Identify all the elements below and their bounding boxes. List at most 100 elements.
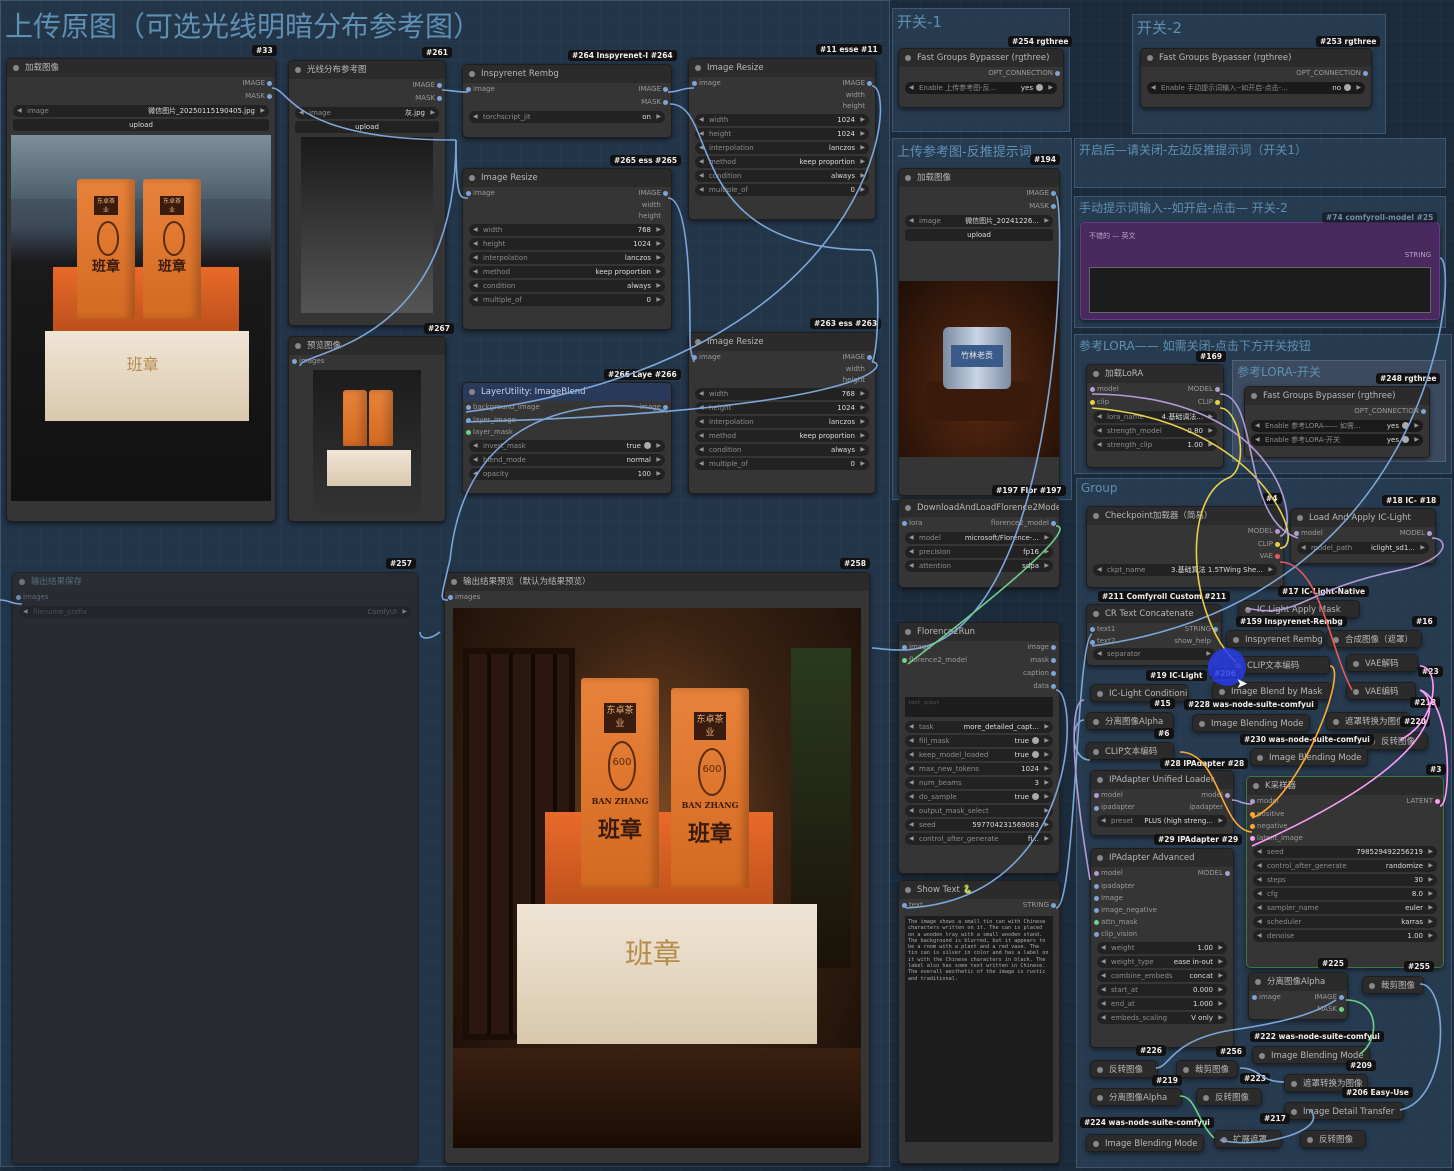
height-widget[interactable]: height1024	[695, 128, 869, 140]
blend-mode-widget[interactable]: blend_modenormal	[469, 454, 665, 466]
checkpoint-loader-node[interactable]: Checkpoint加载器（简易） MODEL CLIP VAE ckpt_na…	[1086, 506, 1284, 588]
split-alpha-2-node[interactable]: 分离图像Alpha image IMAGE MASK	[1248, 972, 1348, 1020]
node-title[interactable]: Show Text 🐍	[899, 881, 1059, 899]
image-blending-mode-2-node[interactable]: Image Blending Mode	[1250, 748, 1368, 766]
text-input-field[interactable]: text_input	[905, 697, 1053, 717]
ipadapter-unified-loader-node[interactable]: IPAdapter Unified Loader model model ipad…	[1090, 770, 1234, 836]
filename-prefix-widget[interactable]: filename_prefixComfyUI	[19, 606, 411, 618]
inspyrenet-rembg-2-node[interactable]: Inspyrenet Rembg	[1226, 630, 1324, 648]
interpolation-widget[interactable]: interpolationlanczos	[695, 142, 869, 154]
enable-toggle[interactable]: Enable 上传参考图-反...yes	[905, 82, 1057, 94]
invert-mask-toggle[interactable]: invert_masktrue	[469, 440, 665, 452]
node-title[interactable]: Inspyrenet Rembg	[463, 65, 671, 83]
florence2-loader-node[interactable]: DownloadAndLoadFlorence2Model lora floren…	[898, 498, 1060, 588]
ksampler-node[interactable]: K采样器 model LATENT positive negative laten…	[1246, 776, 1444, 968]
load-ref-image-node[interactable]: 加载图像 IMAGE MASK image微信图片_20241226... up…	[898, 168, 1060, 496]
node-title[interactable]: 光线分布参考图	[289, 61, 445, 79]
node-title[interactable]: Load And Apply IC-Light	[1291, 509, 1435, 527]
result-preview-node[interactable]: 输出结果预览（默认为结果预览） images 东卓茶业 600 BAN ZHAN…	[444, 572, 870, 1164]
node-title[interactable]: DownloadAndLoadFlorence2Model	[899, 499, 1059, 517]
expand-mask-node[interactable]: 扩展遮罩	[1214, 1130, 1282, 1148]
composite-mask-node[interactable]: 合成图像（遮罩）	[1326, 630, 1422, 648]
image-blending-mode-4-node[interactable]: Image Blending Mode	[1086, 1134, 1204, 1152]
vae-encode-node[interactable]: VAE编码	[1346, 682, 1416, 700]
height-widget[interactable]: height1024	[469, 238, 665, 250]
image-combo[interactable]: image微信图片_20241226...	[905, 215, 1053, 227]
crop-image-node[interactable]: 裁剪图像	[1362, 976, 1424, 994]
width-widget[interactable]: width768	[469, 224, 665, 236]
lora-loader-node[interactable]: 加载LoRA modelMODEL clipCLIP lora_name4.基础…	[1086, 364, 1224, 468]
node-title[interactable]: Fast Groups Bypasser (rgthree)	[1141, 49, 1371, 67]
enable-toggle[interactable]: Enable 手动提示词输入--如开启-点击-...no	[1147, 82, 1365, 94]
multiple-of-widget[interactable]: multiple_of0	[695, 458, 869, 470]
node-title[interactable]: 输出结果保存	[13, 573, 417, 591]
image-combo[interactable]: image灰.jpg	[295, 107, 439, 119]
light-ref-node[interactable]: 光线分布参考图 IMAGE MASK image灰.jpg upload	[288, 60, 446, 326]
upload-button[interactable]: upload	[295, 121, 439, 133]
multiple-of-widget[interactable]: multiple_of0	[695, 184, 869, 196]
node-title[interactable]: 预览图像	[289, 337, 445, 355]
crop-image-2-node[interactable]: 裁剪图像	[1176, 1060, 1238, 1078]
height-widget[interactable]: height1024	[695, 402, 869, 414]
multiple-of-widget[interactable]: multiple_of0	[469, 294, 665, 306]
prompt-textarea[interactable]	[1089, 267, 1431, 313]
method-widget[interactable]: methodkeep proportion	[695, 430, 869, 442]
node-title[interactable]: IPAdapter Advanced	[1091, 849, 1233, 867]
fast-groups-bypasser-253[interactable]: Fast Groups Bypasser (rgthree) OPT_CONNE…	[1140, 48, 1372, 108]
iclight-load-node[interactable]: Load And Apply IC-Light modelMODEL model…	[1290, 508, 1436, 564]
caption-text[interactable]: The image shows a small tin can with Chi…	[905, 916, 1053, 1142]
cr-text-concatenate-node[interactable]: CR Text Concatenate text1 STRING text2 sho…	[1086, 604, 1222, 666]
manual-prompt-node[interactable]: 不错的 — 英文 STRING	[1080, 222, 1440, 320]
interpolation-widget[interactable]: interpolationlanczos	[695, 416, 869, 428]
node-title[interactable]: IPAdapter Unified Loader	[1091, 771, 1233, 789]
fast-groups-bypasser-248[interactable]: Fast Groups Bypasser (rgthree) OPT_CONNE…	[1244, 386, 1430, 458]
node-title[interactable]: Image Resize	[689, 59, 875, 77]
image-combo[interactable]: image微信图片_20250115190405.jpg	[13, 105, 269, 117]
group-auto-prompt[interactable]: 开启后—请关闭-左边反推提示词（开关1）	[1074, 138, 1446, 188]
upload-button[interactable]: upload	[13, 119, 269, 131]
node-title[interactable]: Checkpoint加载器（简易）	[1087, 507, 1283, 525]
image-resize-263-node[interactable]: Image Resize imageIMAGE width height wid…	[688, 332, 876, 494]
width-widget[interactable]: width768	[695, 388, 869, 400]
upload-button[interactable]: upload	[905, 229, 1053, 241]
invert-image-3-node[interactable]: 反转图像	[1196, 1088, 1262, 1106]
torchscript-widget[interactable]: torchscript_jiton	[469, 111, 665, 123]
image-resize-265-node[interactable]: Image Resize imageIMAGE width height wid…	[462, 168, 672, 330]
condition-widget[interactable]: conditionalways	[469, 280, 665, 292]
node-title[interactable]: Image Resize	[463, 169, 671, 187]
vae-decode-node[interactable]: VAE解码	[1346, 654, 1418, 672]
opacity-widget[interactable]: opacity100	[469, 468, 665, 480]
node-title[interactable]: 输出结果预览（默认为结果预览）	[445, 573, 869, 591]
node-title[interactable]: 加载LoRA	[1087, 365, 1223, 383]
image-detail-transfer-node[interactable]: Image Detail Transfer	[1284, 1102, 1404, 1120]
condition-widget[interactable]: conditionalways	[695, 170, 869, 182]
layer-image-blend-node[interactable]: LayerUtility: ImageBlend background_imag…	[462, 382, 672, 494]
node-title[interactable]: K采样器	[1247, 777, 1443, 795]
node-title[interactable]: LayerUtility: ImageBlend	[463, 383, 671, 401]
node-title[interactable]: 加载图像	[899, 169, 1059, 187]
method-widget[interactable]: methodkeep proportion	[695, 156, 869, 168]
invert-image-2-node[interactable]: 反转图像	[1090, 1060, 1158, 1078]
invert-image-4-node[interactable]: 反转图像	[1300, 1130, 1366, 1148]
inspyrenet-rembg-node[interactable]: Inspyrenet Rembg imageIMAGE MASK torchsc…	[462, 64, 672, 138]
mask-to-image-node[interactable]: 遮罩转换为图像	[1326, 712, 1410, 730]
image-blending-mode-node[interactable]: Image Blending Mode	[1192, 714, 1310, 732]
method-widget[interactable]: methodkeep proportion	[469, 266, 665, 278]
save-image-node[interactable]: 输出结果保存 images filename_prefixComfyUI	[12, 572, 418, 1164]
split-alpha-3-node[interactable]: 分离图像Alpha	[1090, 1088, 1182, 1106]
node-title[interactable]: 加载图像	[7, 59, 275, 77]
image-resize-11-node[interactable]: Image Resize imageIMAGE width height wid…	[688, 58, 876, 220]
node-title[interactable]: Image Resize	[689, 333, 875, 351]
condition-widget[interactable]: conditionalways	[695, 444, 869, 456]
interpolation-widget[interactable]: interpolationlanczos	[469, 252, 665, 264]
ipadapter-advanced-node[interactable]: IPAdapter Advanced model MODEL ipadapter …	[1090, 848, 1234, 1048]
width-widget[interactable]: width1024	[695, 114, 869, 126]
show-text-node[interactable]: Show Text 🐍 text STRING The image shows a…	[898, 880, 1060, 1164]
node-title[interactable]: Fast Groups Bypasser (rgthree)	[1245, 387, 1429, 405]
load-image-node[interactable]: 加载图像 IMAGE MASK image微信图片_20250115190405…	[6, 58, 276, 522]
fast-groups-bypasser-254[interactable]: Fast Groups Bypasser (rgthree) OPT_CONNE…	[898, 48, 1064, 108]
node-title[interactable]: Fast Groups Bypasser (rgthree)	[899, 49, 1063, 67]
florence2-run-node[interactable]: Florence2Run image image florence2_model m…	[898, 622, 1060, 874]
node-title[interactable]: Florence2Run	[899, 623, 1059, 641]
node-title[interactable]: CR Text Concatenate	[1087, 605, 1221, 623]
